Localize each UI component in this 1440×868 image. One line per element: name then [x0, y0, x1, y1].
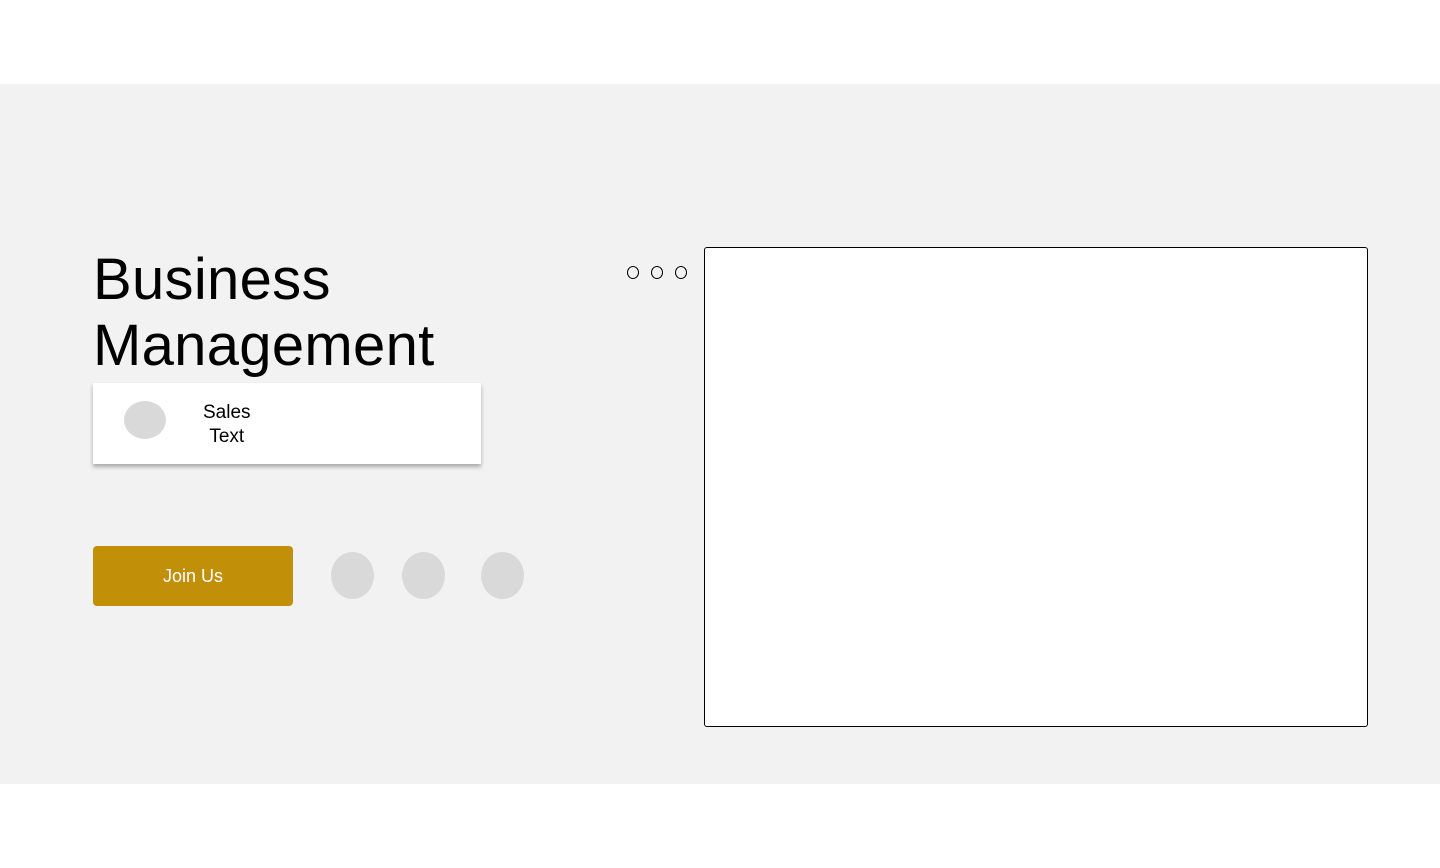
sales-card-text: Sales Text [203, 401, 251, 449]
social-circle-icon-3[interactable] [481, 552, 524, 599]
window-control-dot-icon[interactable] [627, 266, 639, 279]
top-bar [0, 0, 1440, 84]
social-circle-icon-1[interactable] [331, 552, 374, 599]
sales-card-line-1: Sales [203, 402, 251, 423]
bottom-bar [0, 784, 1440, 868]
avatar-placeholder-icon [124, 401, 166, 439]
sales-card: Sales Text [93, 383, 481, 464]
preview-window [704, 247, 1368, 727]
hero-title: Business Management [93, 247, 493, 379]
page: Business Management Sales Text Join Us [0, 0, 1440, 868]
window-control-dot-icon[interactable] [651, 266, 663, 279]
hero-title-line-2: Management [93, 313, 435, 378]
hero-title-line-1: Business [93, 247, 331, 312]
hero-section: Business Management Sales Text Join Us [0, 84, 1440, 784]
join-us-button[interactable]: Join Us [93, 546, 293, 606]
sales-card-line-2: Text [209, 426, 245, 447]
social-circle-icon-2[interactable] [402, 552, 445, 599]
window-control-dot-icon[interactable] [675, 266, 687, 279]
